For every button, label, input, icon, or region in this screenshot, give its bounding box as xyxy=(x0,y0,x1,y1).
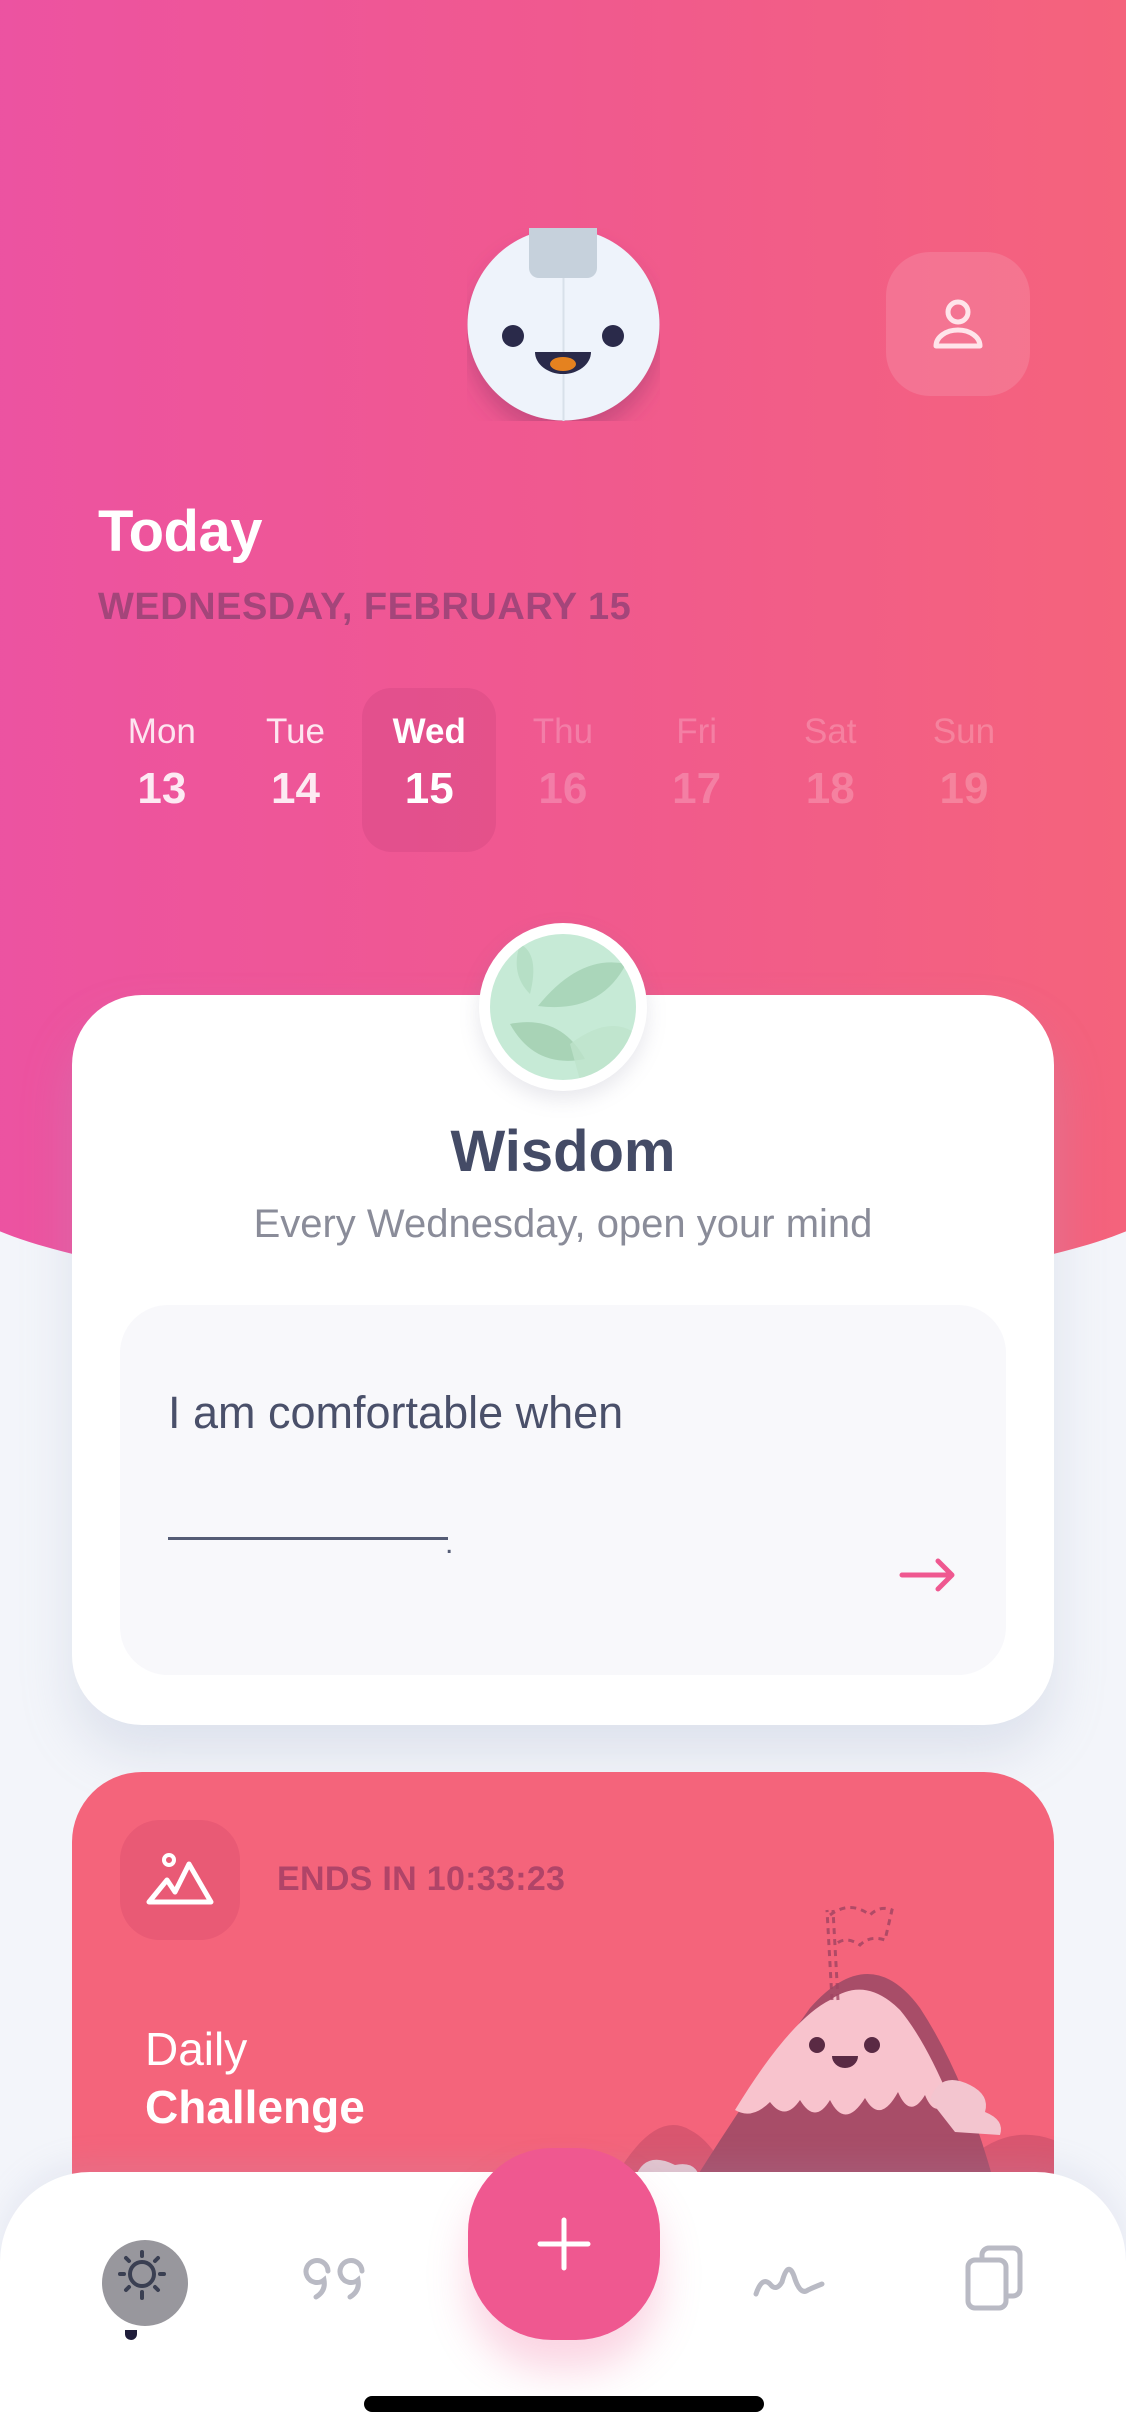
day-name: Tue xyxy=(266,712,326,751)
week-selector: Mon 13 Tue 14 Wed 15 Thu 16 Fri 17 Sat 1… xyxy=(95,688,1031,852)
date-subtitle: WEDNESDAY, FEBRUARY 15 xyxy=(98,586,632,628)
day-thu[interactable]: Thu 16 xyxy=(496,688,630,852)
mascot-avatar[interactable] xyxy=(467,228,660,421)
wisdom-badge xyxy=(479,923,647,1091)
add-entry-button[interactable] xyxy=(468,2148,660,2340)
challenge-timer: ENDS IN 10:33:23 xyxy=(277,1860,566,1898)
wisdom-subtitle: Every Wednesday, open your mind xyxy=(253,1202,873,1246)
day-number: 14 xyxy=(271,764,320,813)
wisdom-title: Wisdom xyxy=(450,1119,676,1184)
day-number: 17 xyxy=(672,764,722,813)
day-mon[interactable]: Mon 13 xyxy=(95,688,229,852)
tab-entries[interactable] xyxy=(944,2228,1044,2328)
day-sun[interactable]: Sun 19 xyxy=(897,688,1031,852)
day-wed[interactable]: Wed 15 xyxy=(362,688,497,852)
day-tue[interactable]: Tue 14 xyxy=(229,688,363,852)
day-name: Sat xyxy=(804,712,857,751)
page-title: Today xyxy=(98,499,263,564)
home-indicator xyxy=(364,2396,764,2412)
user-icon xyxy=(933,299,983,349)
wave-icon xyxy=(753,2266,825,2297)
arrow-right-icon xyxy=(899,1558,955,1592)
challenge-label-challenge: Challenge xyxy=(145,2081,365,2133)
sun-icon xyxy=(118,2250,166,2300)
quote-icon xyxy=(303,2258,365,2300)
tab-today[interactable] xyxy=(94,2228,194,2328)
prompt-text: I am comfortable when xyxy=(168,1387,624,1438)
challenge-icon-box xyxy=(120,1820,240,1940)
prompt-period: . xyxy=(445,1527,454,1560)
tab-quotes[interactable] xyxy=(285,2228,385,2328)
day-sat[interactable]: Sat 18 xyxy=(763,688,897,852)
plus-icon xyxy=(537,2217,591,2271)
day-name: Fri xyxy=(676,712,717,751)
submit-arrow-button[interactable] xyxy=(898,1555,958,1595)
day-number: 19 xyxy=(939,764,989,813)
day-name: Sun xyxy=(932,712,996,751)
day-number: 18 xyxy=(805,764,855,813)
day-number: 15 xyxy=(404,764,454,813)
tab-insights[interactable] xyxy=(740,2228,840,2328)
profile-button[interactable] xyxy=(886,252,1030,396)
leaves-icon xyxy=(490,934,636,1080)
day-number: 16 xyxy=(538,764,588,813)
robot-face-mascot-icon xyxy=(467,228,660,421)
day-name: Thu xyxy=(532,712,594,751)
challenge-label-daily: Daily xyxy=(145,2023,248,2075)
day-name: Wed xyxy=(392,712,466,751)
prompt-blank-line xyxy=(168,1537,448,1540)
cards-icon xyxy=(965,2245,1023,2311)
day-fri[interactable]: Fri 17 xyxy=(630,688,764,852)
day-name: Mon xyxy=(127,712,196,751)
day-number: 13 xyxy=(137,764,187,813)
wisdom-prompt-input[interactable]: I am comfortable when . xyxy=(120,1305,1006,1675)
mountain-icon xyxy=(146,1853,214,1905)
